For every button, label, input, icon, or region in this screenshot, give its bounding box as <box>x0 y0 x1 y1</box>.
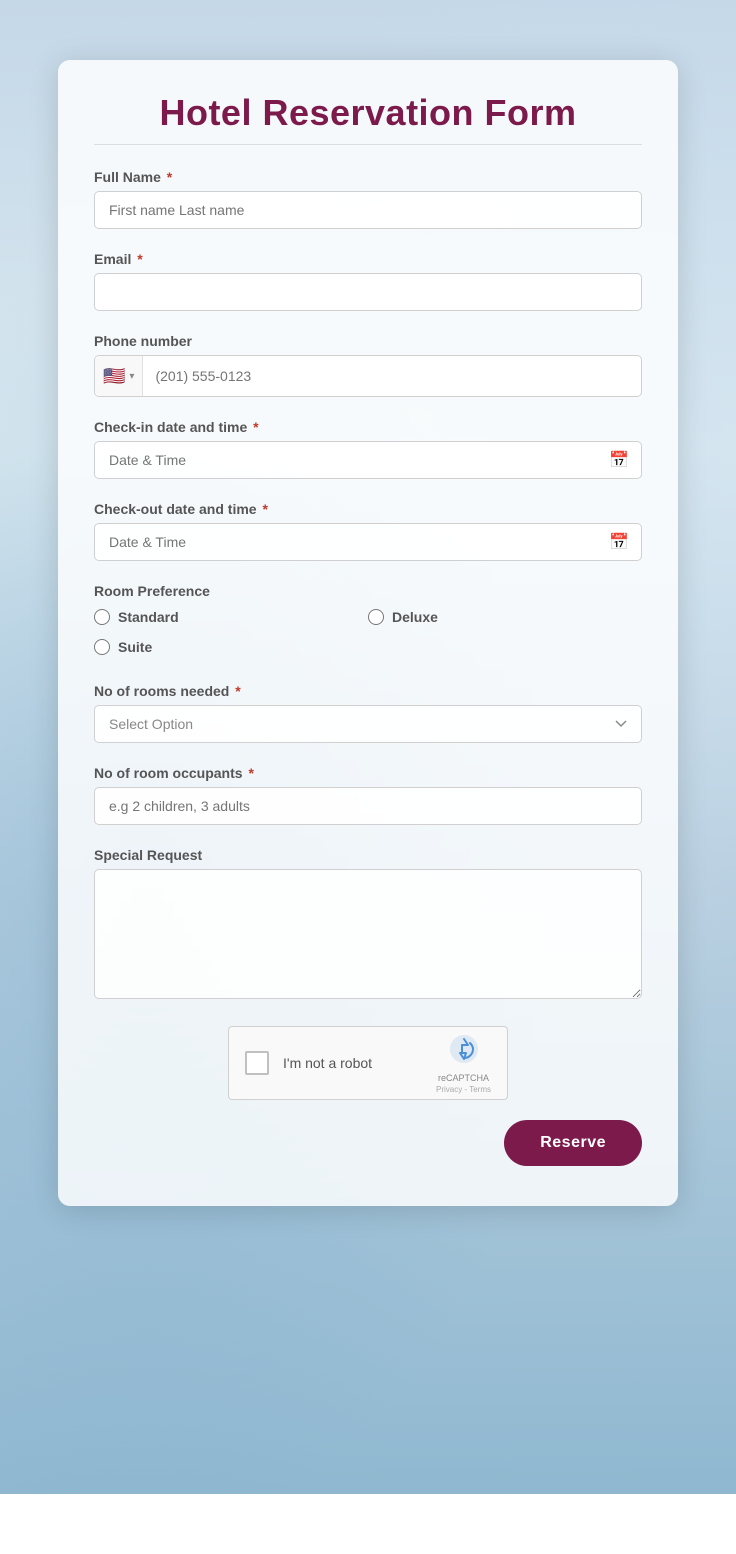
recaptcha-branding: reCAPTCHA Privacy - Terms <box>436 1033 491 1094</box>
full-name-label: Full Name * <box>94 169 642 185</box>
special-request-label: Special Request <box>94 847 642 863</box>
rooms-needed-required: * <box>231 683 240 699</box>
phone-flag-selector[interactable]: 🇺🇸 ▾ <box>95 356 143 396</box>
rooms-needed-select[interactable]: Select Option 1 2 3 4 5 6+ <box>94 705 642 743</box>
us-flag-icon: 🇺🇸 <box>103 366 125 387</box>
reserve-button[interactable]: Reserve <box>504 1120 642 1166</box>
occupants-label: No of room occupants * <box>94 765 642 781</box>
checkin-required: * <box>249 419 258 435</box>
email-input[interactable] <box>94 273 642 311</box>
checkin-label: Check-in date and time * <box>94 419 642 435</box>
recaptcha-icon <box>448 1033 480 1071</box>
phone-wrapper: 🇺🇸 ▾ <box>94 355 642 397</box>
captcha-checkbox[interactable] <box>245 1051 269 1075</box>
room-option-suite: Suite <box>94 639 368 655</box>
room-option-deluxe: Deluxe <box>368 609 642 625</box>
checkin-calendar-icon[interactable]: 📅 <box>597 450 641 470</box>
phone-group: Phone number 🇺🇸 ▾ <box>94 333 642 397</box>
room-preference-options: Standard Deluxe Suite <box>94 609 642 661</box>
checkin-date-wrapper: 📅 <box>94 441 642 479</box>
captcha-wrapper: I'm not a robot reCAPTCHA Privacy - Term… <box>94 1026 642 1100</box>
radio-standard-label: Standard <box>118 609 179 625</box>
captcha-box: I'm not a robot reCAPTCHA Privacy - Term… <box>228 1026 508 1100</box>
radio-deluxe-label: Deluxe <box>392 609 438 625</box>
checkout-input[interactable] <box>95 524 597 560</box>
occupants-required: * <box>245 765 254 781</box>
rooms-needed-group: No of rooms needed * Select Option 1 2 3… <box>94 683 642 743</box>
phone-label: Phone number <box>94 333 642 349</box>
radio-standard[interactable] <box>94 609 110 625</box>
reservation-form: Hotel Reservation Form Full Name * Email… <box>58 60 678 1206</box>
captcha-label: I'm not a robot <box>283 1055 422 1071</box>
room-option-standard: Standard <box>94 609 368 625</box>
title-divider <box>94 144 642 145</box>
rooms-needed-label: No of rooms needed * <box>94 683 642 699</box>
radio-suite[interactable] <box>94 639 110 655</box>
checkout-calendar-icon[interactable]: 📅 <box>597 532 641 552</box>
full-name-required: * <box>163 169 172 185</box>
room-preference-group: Room Preference Standard Deluxe Suite <box>94 583 642 661</box>
recaptcha-links: Privacy - Terms <box>436 1085 491 1094</box>
checkout-required: * <box>259 501 268 517</box>
email-required: * <box>133 251 142 267</box>
form-footer: Reserve <box>94 1120 642 1166</box>
room-preference-label: Room Preference <box>94 583 642 599</box>
recaptcha-privacy[interactable]: Privacy <box>436 1085 462 1094</box>
recaptcha-terms[interactable]: Terms <box>469 1085 491 1094</box>
email-group: Email * <box>94 251 642 311</box>
checkout-date-wrapper: 📅 <box>94 523 642 561</box>
checkout-label: Check-out date and time * <box>94 501 642 517</box>
checkout-group: Check-out date and time * 📅 <box>94 501 642 561</box>
recaptcha-brand-text: reCAPTCHA <box>438 1073 489 1083</box>
checkin-input[interactable] <box>95 442 597 478</box>
occupants-group: No of room occupants * <box>94 765 642 825</box>
special-request-group: Special Request <box>94 847 642 1004</box>
occupants-input[interactable] <box>94 787 642 825</box>
radio-suite-label: Suite <box>118 639 152 655</box>
radio-deluxe[interactable] <box>368 609 384 625</box>
form-title: Hotel Reservation Form <box>94 92 642 134</box>
email-label: Email * <box>94 251 642 267</box>
special-request-textarea[interactable] <box>94 869 642 999</box>
flag-dropdown-arrow: ▾ <box>129 371 134 382</box>
checkin-group: Check-in date and time * 📅 <box>94 419 642 479</box>
phone-input[interactable] <box>143 358 641 394</box>
full-name-input[interactable] <box>94 191 642 229</box>
full-name-group: Full Name * <box>94 169 642 229</box>
